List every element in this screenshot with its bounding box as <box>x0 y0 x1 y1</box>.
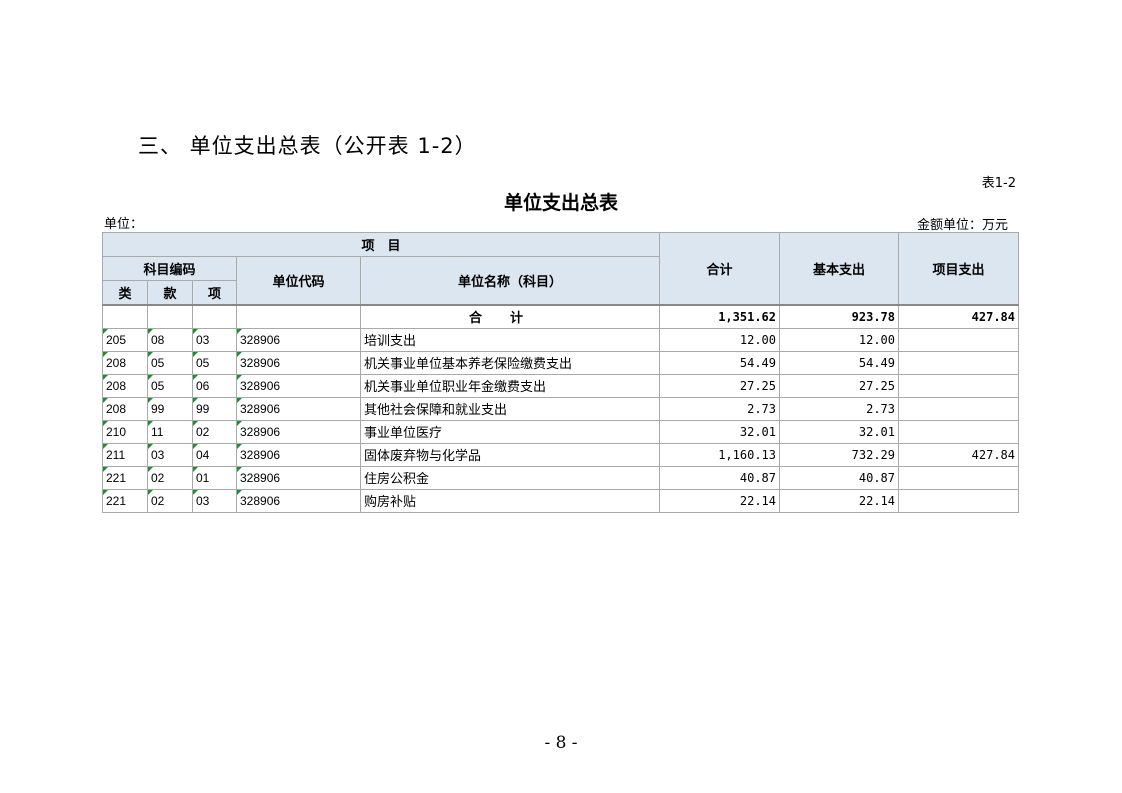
expenditure-table: 项 目 合计 基本支出 项目支出 科目编码 单位代码 单位名称（科目） 类 款 … <box>102 232 1019 513</box>
cell-lei: 221 <box>102 465 148 490</box>
cell-project <box>898 396 1019 421</box>
cell-unit-name: 固体废弃物与化学品 <box>360 442 660 467</box>
header-item: 项 目 <box>102 232 660 257</box>
table-row: 210 11 02 328906 事业单位医疗 32.01 32.01 <box>102 419 1019 444</box>
cell-basic: 732.29 <box>779 442 899 467</box>
cell-basic: 32.01 <box>779 419 899 444</box>
cell-unit-code: 328906 <box>236 442 361 467</box>
table-header: 项 目 合计 基本支出 项目支出 科目编码 单位代码 单位名称（科目） 类 款 … <box>102 232 1019 305</box>
table-row: 205 08 03 328906 培训支出 12.00 12.00 <box>102 327 1019 352</box>
header-lei: 类 <box>102 280 148 305</box>
header-xiang: 项 <box>192 280 237 305</box>
cell-project <box>898 419 1019 444</box>
table-row: 208 99 99 328906 其他社会保障和就业支出 2.73 2.73 <box>102 396 1019 421</box>
header-unit-code: 单位代码 <box>236 256 361 305</box>
total-sum: 1,351.62 <box>659 303 780 329</box>
cell-total: 27.25 <box>659 373 780 398</box>
cell-project: 427.84 <box>898 442 1019 467</box>
cell-kuan: 99 <box>147 396 193 421</box>
table-row: 221 02 01 328906 住房公积金 40.87 40.87 <box>102 465 1019 490</box>
cell-unit-name: 机关事业单位基本养老保险缴费支出 <box>360 350 660 375</box>
header-subject-code: 科目编码 <box>102 256 237 281</box>
cell-project <box>898 327 1019 352</box>
cell-kuan: 05 <box>147 350 193 375</box>
cell-lei: 208 <box>102 396 148 421</box>
cell-xiang: 03 <box>192 488 237 513</box>
total-label: 合计 <box>360 303 660 329</box>
cell-basic: 54.49 <box>779 350 899 375</box>
cell-unit-code: 328906 <box>236 488 361 513</box>
cell-xiang: 99 <box>192 396 237 421</box>
cell-project <box>898 350 1019 375</box>
cell-project <box>898 465 1019 490</box>
cell-project <box>898 373 1019 398</box>
cell-basic: 27.25 <box>779 373 899 398</box>
total-cell-empty <box>147 303 193 329</box>
cell-kuan: 03 <box>147 442 193 467</box>
cell-xiang: 01 <box>192 465 237 490</box>
cell-kuan: 08 <box>147 327 193 352</box>
cell-unit-code: 328906 <box>236 327 361 352</box>
cell-unit-code: 328906 <box>236 396 361 421</box>
cell-total: 54.49 <box>659 350 780 375</box>
table-row: 221 02 03 328906 购房补贴 22.14 22.14 <box>102 488 1019 513</box>
total-basic: 923.78 <box>779 303 899 329</box>
cell-total: 12.00 <box>659 327 780 352</box>
cell-total: 40.87 <box>659 465 780 490</box>
header-unit-name: 单位名称（科目） <box>360 256 660 305</box>
cell-total: 22.14 <box>659 488 780 513</box>
cell-kuan: 11 <box>147 419 193 444</box>
cell-unit-name: 其他社会保障和就业支出 <box>360 396 660 421</box>
cell-lei: 208 <box>102 350 148 375</box>
total-row: 合计 1,351.62 923.78 427.84 <box>102 303 1019 329</box>
total-cell-empty <box>192 303 237 329</box>
cell-lei: 221 <box>102 488 148 513</box>
cell-lei: 211 <box>102 442 148 467</box>
table-row: 211 03 04 328906 固体废弃物与化学品 1,160.13 732.… <box>102 442 1019 467</box>
table-title: 单位支出总表 <box>503 192 618 214</box>
header-basic: 基本支出 <box>779 232 899 305</box>
cell-unit-code: 328906 <box>236 465 361 490</box>
total-cell-empty <box>236 303 361 329</box>
cell-unit-name: 购房补贴 <box>360 488 660 513</box>
unit-label: 单位： <box>104 217 144 232</box>
cell-basic: 40.87 <box>779 465 899 490</box>
cell-unit-name: 住房公积金 <box>360 465 660 490</box>
cell-total: 32.01 <box>659 419 780 444</box>
cell-basic: 22.14 <box>779 488 899 513</box>
cell-xiang: 06 <box>192 373 237 398</box>
section-heading: 三、 单位支出总表（公开表 1-2） <box>138 134 477 158</box>
total-project: 427.84 <box>898 303 1019 329</box>
header-kuan: 款 <box>147 280 193 305</box>
cell-unit-code: 328906 <box>236 373 361 398</box>
cell-xiang: 03 <box>192 327 237 352</box>
cell-xiang: 02 <box>192 419 237 444</box>
table-body: 合计 1,351.62 923.78 427.84 205 08 03 3289… <box>102 303 1019 513</box>
cell-lei: 208 <box>102 373 148 398</box>
header-total: 合计 <box>659 232 780 305</box>
cell-unit-name: 培训支出 <box>360 327 660 352</box>
header-project: 项目支出 <box>898 232 1019 305</box>
cell-total: 1,160.13 <box>659 442 780 467</box>
cell-kuan: 02 <box>147 465 193 490</box>
cell-unit-code: 328906 <box>236 350 361 375</box>
total-cell-empty <box>102 303 148 329</box>
table-row: 208 05 05 328906 机关事业单位基本养老保险缴费支出 54.49 … <box>102 350 1019 375</box>
cell-lei: 210 <box>102 419 148 444</box>
cell-kuan: 02 <box>147 488 193 513</box>
page-number: - 8 - <box>544 733 578 753</box>
cell-xiang: 05 <box>192 350 237 375</box>
cell-project <box>898 488 1019 513</box>
cell-lei: 205 <box>102 327 148 352</box>
cell-basic: 2.73 <box>779 396 899 421</box>
table-row: 208 05 06 328906 机关事业单位职业年金缴费支出 27.25 27… <box>102 373 1019 398</box>
cell-unit-name: 机关事业单位职业年金缴费支出 <box>360 373 660 398</box>
cell-kuan: 05 <box>147 373 193 398</box>
cell-unit-name: 事业单位医疗 <box>360 419 660 444</box>
cell-basic: 12.00 <box>779 327 899 352</box>
cell-xiang: 04 <box>192 442 237 467</box>
cell-total: 2.73 <box>659 396 780 421</box>
amount-unit-label: 金额单位：万元 <box>916 218 1008 233</box>
cell-unit-code: 328906 <box>236 419 361 444</box>
